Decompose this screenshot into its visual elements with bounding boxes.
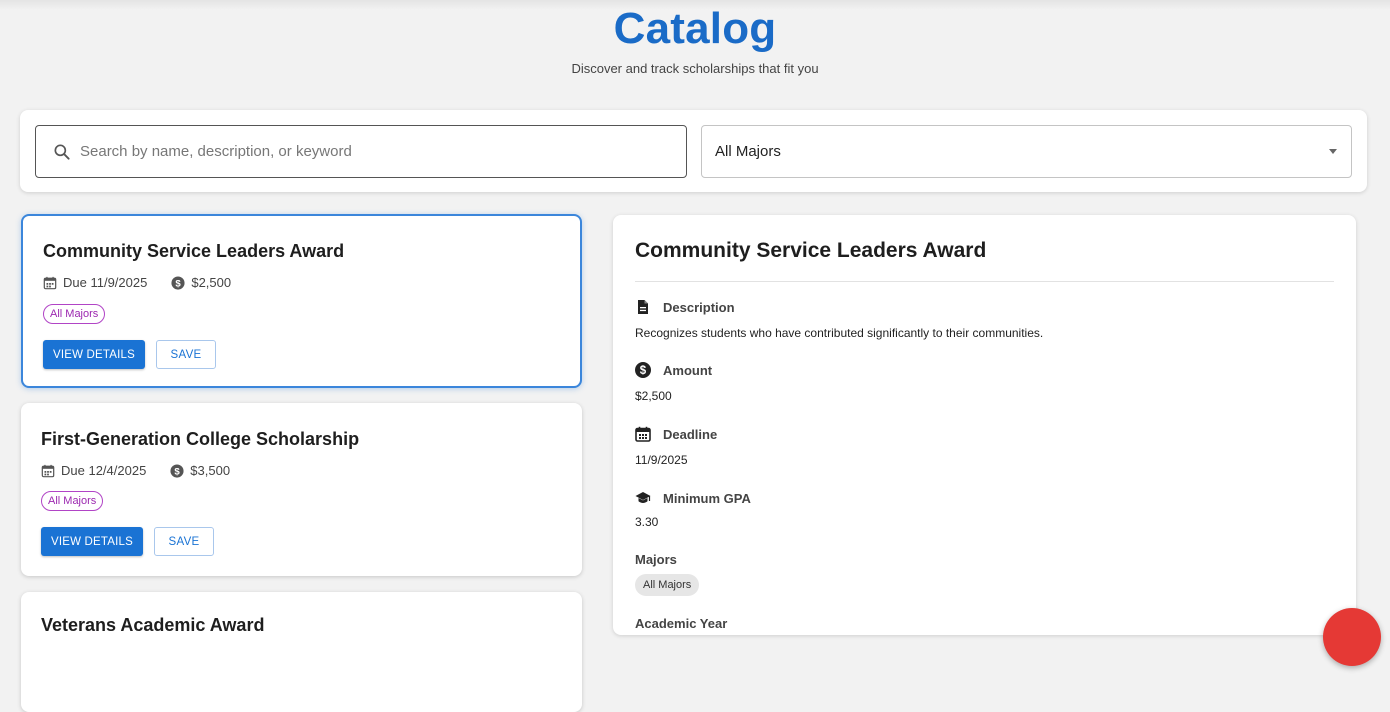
major-chip: All Majors [41,491,104,511]
dollar-icon: $ [171,275,185,290]
search-input[interactable] [80,126,686,177]
page-subtitle: Discover and track scholarships that fit… [571,61,819,76]
graduation-cap-icon [635,492,651,503]
card-title: Community Service Leaders Award [43,241,345,261]
card-amount: $3,500 [190,463,231,478]
card-meta: Due 12/4/2025 $ $3,500 [41,463,230,478]
gpa-label: Minimum GPA [635,490,751,506]
svg-text:$: $ [176,278,182,289]
detail-panel: Community Service Leaders Award Descript… [613,215,1356,635]
major-chip: All Majors [43,304,106,324]
svg-text:$: $ [640,365,647,377]
amount-label: $ Amount [635,362,712,378]
search-icon [54,144,70,160]
card-due-date: Due 11/9/2025 [63,275,148,290]
description-label: Description [635,299,735,315]
dollar-icon: $ [635,362,651,378]
scholarship-card[interactable]: First-Generation College Scholarship Due… [21,403,582,576]
detail-title: Community Service Leaders Award [635,239,987,262]
amount-value: $2,500 [635,389,672,403]
card-title: First-Generation College Scholarship [41,429,360,449]
major-select[interactable]: All Majors [701,125,1352,178]
view-details-button[interactable]: VIEW DETAILS [43,340,145,369]
major-chip: All Majors [635,574,700,596]
majors-label: Majors [635,552,677,567]
deadline-value: 11/9/2025 [635,453,688,467]
search-field[interactable] [35,125,687,178]
card-due-date: Due 12/4/2025 [61,463,147,478]
gpa-value: 3.30 [635,515,659,529]
divider [635,281,1334,282]
calendar-icon [43,276,57,289]
card-meta: Due 11/9/2025 $ $2,500 [43,275,231,290]
document-icon [638,300,648,314]
view-details-button[interactable]: VIEW DETAILS [41,527,143,556]
deadline-label: Deadline [635,426,717,442]
floating-action-button[interactable] [1323,608,1381,666]
svg-text:$: $ [175,466,181,477]
dropdown-arrow-icon [1329,149,1337,154]
calendar-icon [635,426,651,442]
scholarship-card[interactable]: Community Service Leaders Award Due 11/9… [21,214,582,388]
filter-bar: All Majors [20,110,1367,192]
save-button[interactable]: SAVE [154,527,214,556]
page-title: Catalog [613,4,777,53]
save-button[interactable]: SAVE [156,340,216,369]
dollar-icon: $ [170,463,184,478]
academic-year-label: Academic Year [635,616,728,631]
card-title: Veterans Academic Award [41,615,265,635]
description-value: Recognizes students who have contributed… [635,326,1044,340]
major-select-value: All Majors [715,143,781,160]
calendar-icon [41,464,55,477]
scholarship-card[interactable]: Veterans Academic Award [21,592,582,712]
card-amount: $2,500 [191,275,232,290]
